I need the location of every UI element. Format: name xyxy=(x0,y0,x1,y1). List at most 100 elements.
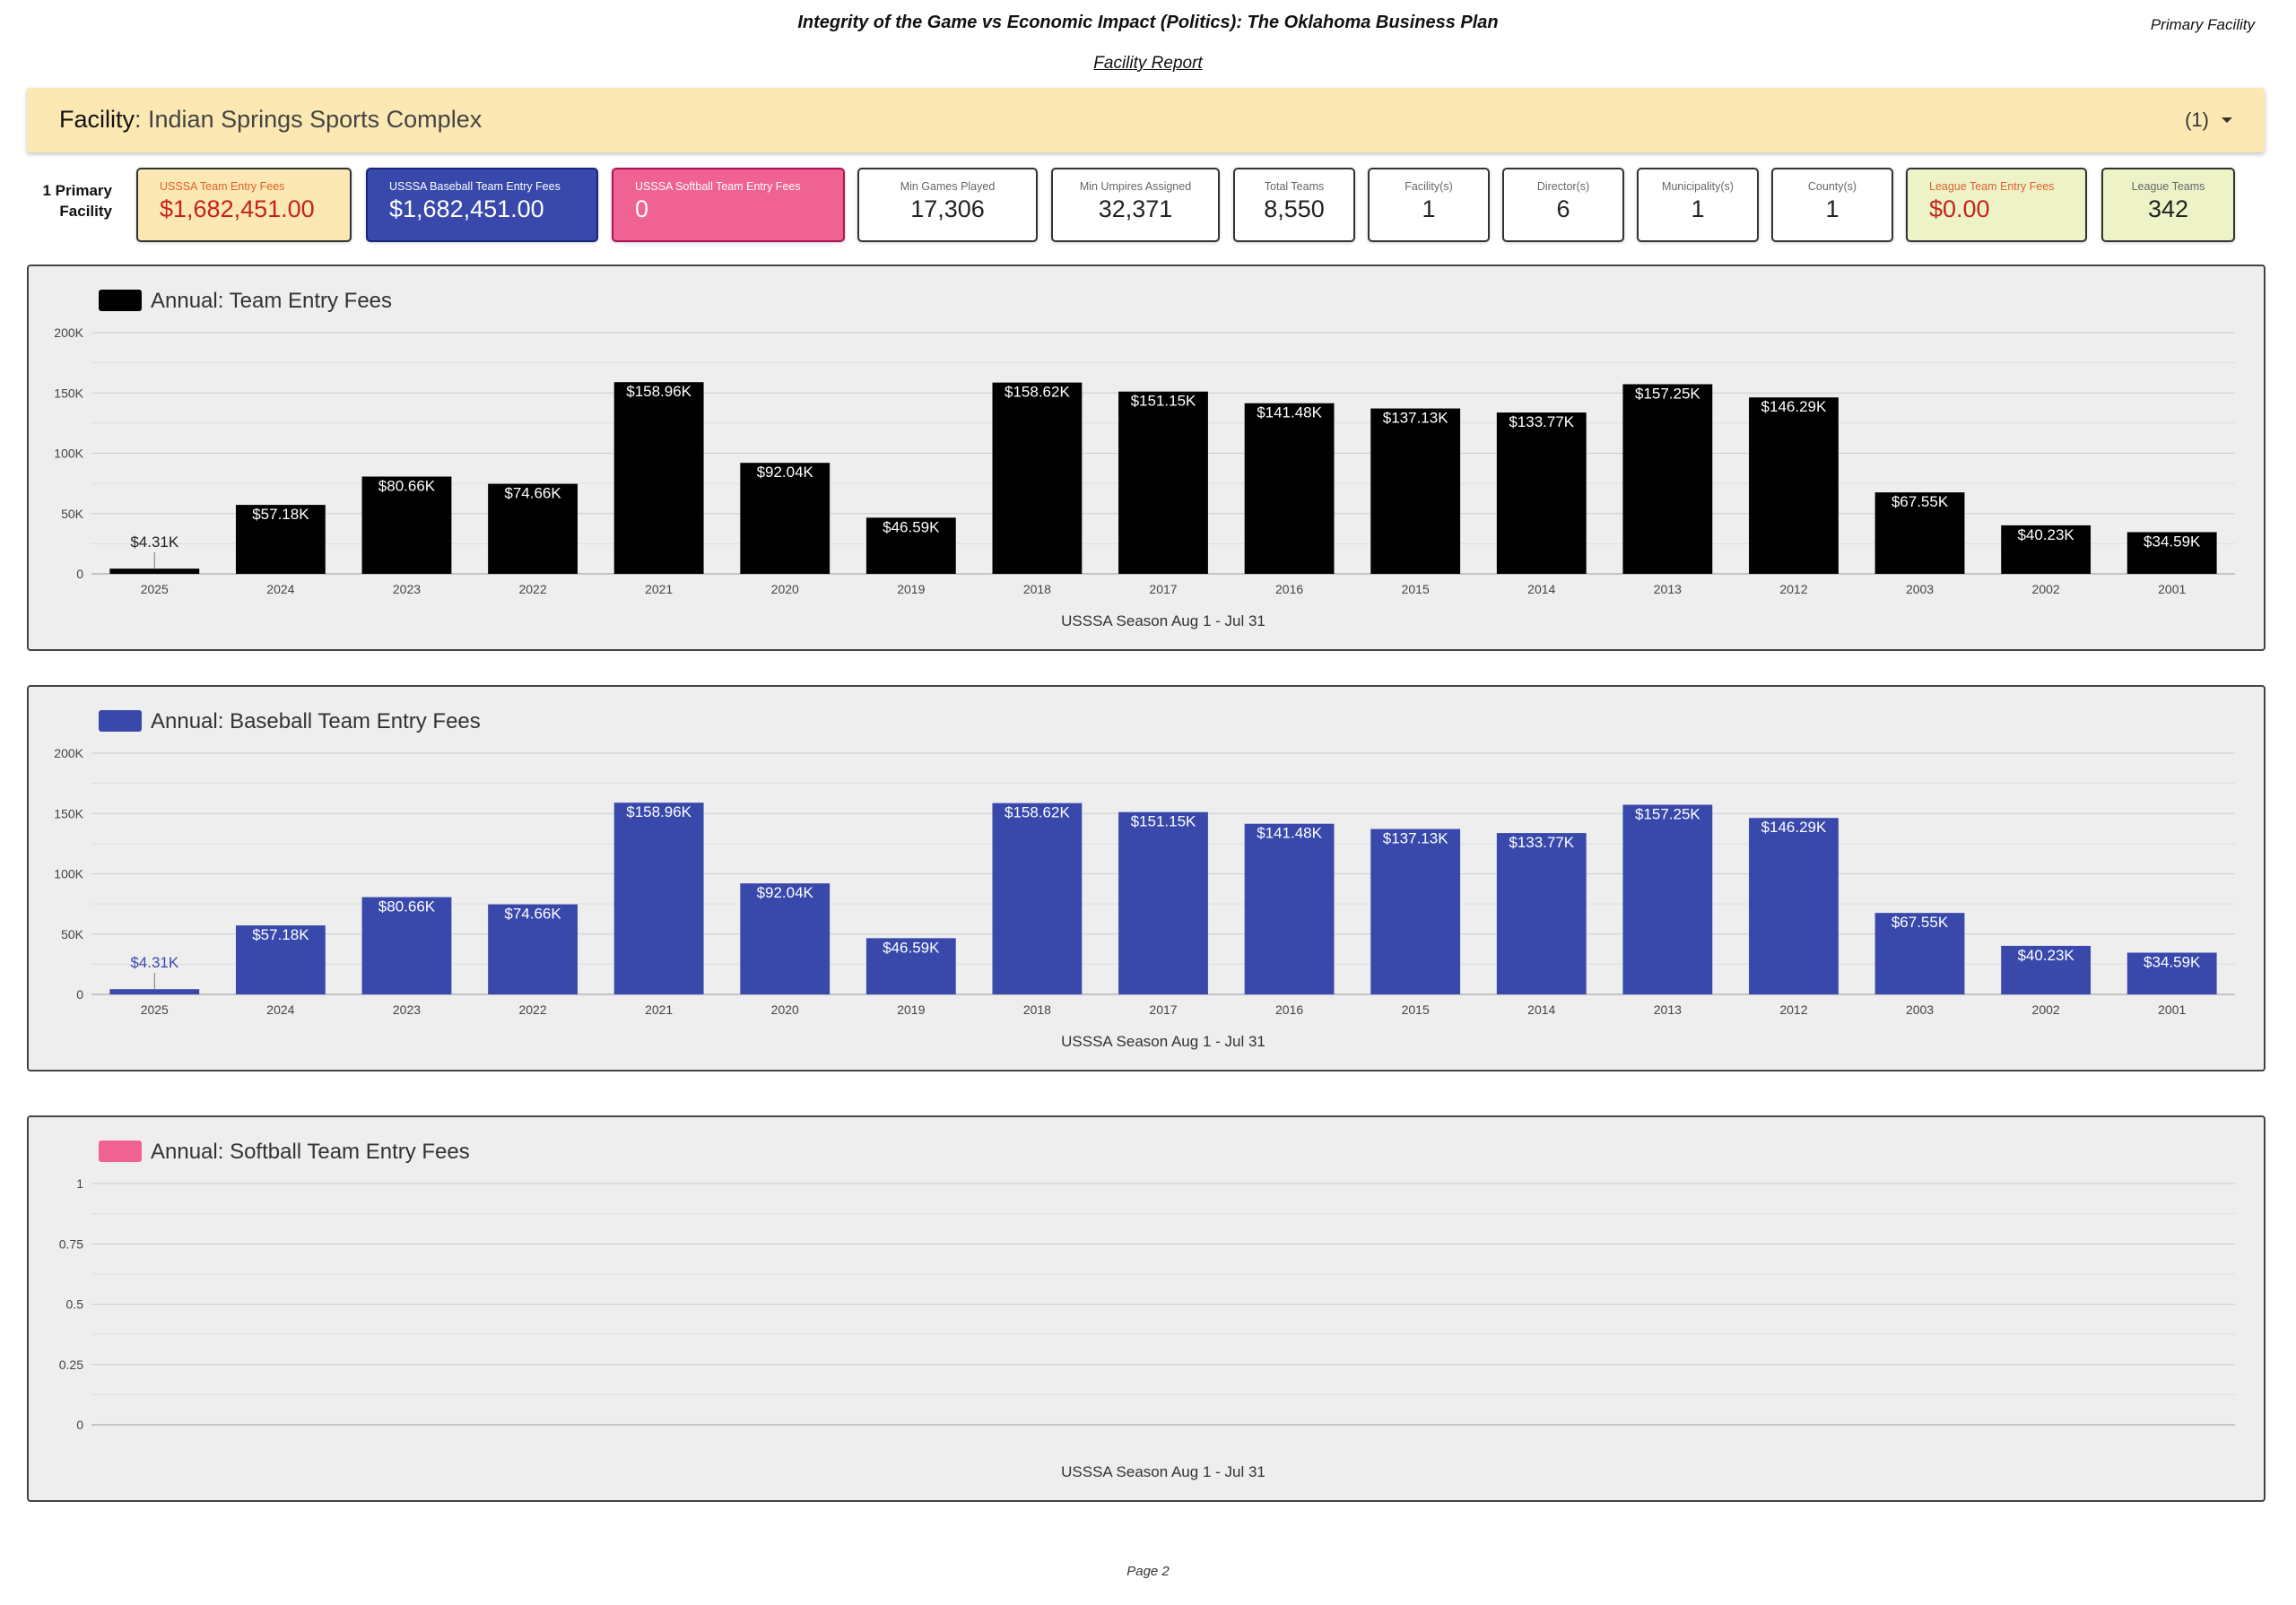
data-label: $158.62K xyxy=(1004,804,1070,821)
kpi-label: USSSA Baseball Team Entry Fees xyxy=(389,180,561,193)
x-tick-label: 2019 xyxy=(897,582,925,596)
facility-filter[interactable]: Facility: Indian Springs Sports Complex … xyxy=(27,88,2265,152)
x-tick-label: 2013 xyxy=(1654,1002,1682,1017)
kpi-value: 342 xyxy=(2147,195,2189,222)
bar-2025 xyxy=(109,989,200,994)
bar-2018 xyxy=(992,802,1083,994)
facility-filter-label: Facility: Indian Springs Sports Complex xyxy=(59,106,482,134)
bar-2015 xyxy=(1370,408,1461,574)
x-tick-label: 2012 xyxy=(1779,1002,1807,1017)
x-tick-label: 2003 xyxy=(1906,1002,1934,1017)
x-tick-label: 2016 xyxy=(1275,582,1303,596)
legend-swatch xyxy=(99,1141,142,1162)
x-tick-label: 2020 xyxy=(771,1002,799,1017)
kpi-min-games-played: Min Games Played 17,306 xyxy=(857,168,1038,242)
x-tick-label: 2023 xyxy=(393,582,421,596)
x-tick-label: 2014 xyxy=(1527,582,1555,596)
kpi-baseball-team-entry-fees: USSSA Baseball Team Entry Fees $1,682,45… xyxy=(366,168,598,242)
kpi-league-teams: League Teams 342 xyxy=(2101,168,2235,242)
kpi-label: Director(s) xyxy=(1536,180,1590,193)
kpi-total-teams: Total Teams 8,550 xyxy=(1233,168,1355,242)
bar-2018 xyxy=(992,382,1083,574)
x-tick-label: 2002 xyxy=(2032,582,2060,596)
x-tick-label: 2021 xyxy=(645,582,673,596)
baseball-entry-fees-chart: Annual: Baseball Team Entry Fees 0 50K 100K… xyxy=(54,709,2235,1050)
x-tick-label: 2001 xyxy=(2158,1002,2186,1017)
data-label: $80.66K xyxy=(378,478,436,495)
y-tick-label: 150K xyxy=(54,806,83,820)
kpi-value: 1 xyxy=(1422,195,1436,222)
legend-swatch xyxy=(99,290,142,311)
bar-2021 xyxy=(613,802,704,994)
x-tick-label: 2023 xyxy=(393,1002,421,1017)
data-label: $4.31K xyxy=(130,954,179,971)
y-tick-label: 0.5 xyxy=(66,1297,84,1312)
team-entry-fees-chart: Annual: Team Entry Fees 0 50K 100K 150K 200K $… xyxy=(54,289,2235,629)
data-label: $4.31K xyxy=(130,534,179,551)
data-label: $133.77K xyxy=(1509,413,1574,430)
y-tick-label: 100K xyxy=(54,867,83,881)
x-tick-label: 2018 xyxy=(1023,1002,1051,1017)
y-tick-label: 0 xyxy=(76,1418,83,1432)
x-tick-label: 2019 xyxy=(897,1002,925,1017)
legend-swatch xyxy=(99,710,142,732)
kpi-value: 1 xyxy=(1691,195,1705,222)
kpi-league-team-entry-fees: League Team Entry Fees $0.00 xyxy=(1906,168,2087,242)
data-label: $158.96K xyxy=(626,383,691,400)
page-number: Page 2 xyxy=(1126,1564,1170,1579)
bar-2021 xyxy=(613,382,704,574)
chevron-down-icon[interactable] xyxy=(2222,117,2232,123)
data-label: $40.23K xyxy=(2017,947,2074,964)
data-label: $158.96K xyxy=(626,803,691,820)
data-label: $74.66K xyxy=(504,906,561,923)
kpi-label: Min Umpires Assigned xyxy=(1079,180,1192,193)
kpi-softball-team-entry-fees: USSSA Softball Team Entry Fees 0 xyxy=(612,168,845,242)
report-subtitle: Facility Report xyxy=(1093,54,1203,73)
data-label: $157.25K xyxy=(1635,805,1700,822)
data-label: $151.15K xyxy=(1131,393,1196,410)
data-label: $141.48K xyxy=(1257,825,1322,842)
data-label: $46.59K xyxy=(883,518,940,535)
data-label: $67.55K xyxy=(1892,493,1949,510)
x-tick-label: 2025 xyxy=(141,582,169,596)
data-label: $92.04K xyxy=(757,464,814,481)
bar-2015 xyxy=(1370,829,1461,994)
y-tick-label: 0 xyxy=(76,987,83,1002)
softball-entry-fees-chart-panel: Annual: Softball Team Entry Fees 0 0.25 0.5… xyxy=(27,1115,2266,1502)
x-axis-title: USSSA Season Aug 1 - Jul 31 xyxy=(1061,1033,1265,1050)
kpi-label: Min Games Played xyxy=(900,180,996,193)
x-tick-label: 2025 xyxy=(141,1002,169,1017)
x-axis-title: USSSA Season Aug 1 - Jul 31 xyxy=(1061,612,1265,629)
x-tick-label: 2018 xyxy=(1023,582,1051,596)
x-tick-label: 2016 xyxy=(1275,1002,1303,1017)
x-tick-label: 2001 xyxy=(2158,582,2186,596)
kpi-label: USSSA Team Entry Fees xyxy=(160,180,285,193)
x-tick-label: 2021 xyxy=(645,1002,673,1017)
kpi-label: Municipality(s) xyxy=(1662,180,1734,193)
data-label: $137.13K xyxy=(1383,410,1448,427)
data-label: $92.04K xyxy=(757,884,814,901)
data-label: $74.66K xyxy=(504,485,561,502)
chart-title: Annual: Team Entry Fees xyxy=(151,289,392,313)
kpi-label: League Teams xyxy=(2131,180,2205,193)
x-tick-label: 2002 xyxy=(2032,1002,2060,1017)
kpi-value: 32,371 xyxy=(1098,195,1173,222)
x-tick-label: 2022 xyxy=(518,1002,546,1017)
data-label: $67.55K xyxy=(1892,914,1949,931)
facility-name: : Indian Springs Sports Complex xyxy=(135,106,483,133)
y-tick-label: 200K xyxy=(54,746,83,760)
softball-entry-fees-chart: Annual: Softball Team Entry Fees 0 0.25 0.5… xyxy=(59,1140,2235,1480)
y-tick-label: 0 xyxy=(76,567,83,581)
bar-2025 xyxy=(109,568,200,574)
x-tick-label: 2015 xyxy=(1402,582,1430,596)
data-label: $57.18K xyxy=(252,506,309,523)
data-label: $40.23K xyxy=(2017,526,2074,543)
x-tick-label: 2015 xyxy=(1402,1002,1430,1017)
facility-count: (1) xyxy=(2185,108,2209,131)
bar-2014 xyxy=(1496,833,1587,994)
bar-2013 xyxy=(1622,804,1713,994)
data-label: $158.62K xyxy=(1004,384,1070,401)
data-label: $34.59K xyxy=(2144,953,2201,970)
x-tick-label: 2017 xyxy=(1149,582,1177,596)
chart-title: Annual: Baseball Team Entry Fees xyxy=(151,709,481,733)
